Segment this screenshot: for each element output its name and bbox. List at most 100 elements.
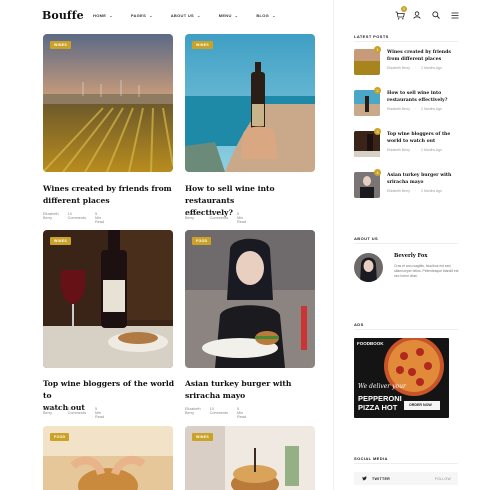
post-image[interactable]: WINES xyxy=(185,426,315,490)
latest-post-title-line: Top wine bloggers of the xyxy=(387,132,451,137)
post-time: 2 Months Ago xyxy=(421,189,442,193)
nav-blog[interactable]: BLOG ⌄ xyxy=(256,13,275,18)
latest-post-meta: Elizabeth Berry · 2 Months Ago xyxy=(387,66,447,70)
user-icon xyxy=(413,11,421,19)
site-logo[interactable]: Bouffe xyxy=(42,9,84,22)
post-title[interactable]: Wines created by friends from different p… xyxy=(43,183,178,207)
latest-post-title[interactable]: Wines created by friends from different p… xyxy=(387,49,459,63)
ad-banner[interactable]: FOODBOOK We deliver your PEPPERONI PIZZA… xyxy=(354,338,449,418)
chevron-down-icon: ⌄ xyxy=(149,13,153,18)
nav-home-label: HOME xyxy=(93,13,107,18)
ad-cta-button[interactable]: ORDER NOW xyxy=(409,403,432,407)
post-author[interactable]: Elizabeth Berry xyxy=(387,107,410,111)
twitter-icon xyxy=(362,476,367,481)
post-title-line: sriracha mayo xyxy=(185,391,246,400)
divider xyxy=(354,41,458,42)
post-author[interactable]: Elizabeth Berry xyxy=(387,148,410,152)
ad-line3: PIZZA HOT xyxy=(358,403,398,412)
about-name: Beverly Fox xyxy=(394,253,428,259)
ad-brand: FOODBOOK xyxy=(357,341,384,346)
meta-separator: · xyxy=(415,66,417,70)
category-tag[interactable]: WINES xyxy=(50,41,71,49)
cart-count-badge: 0 xyxy=(401,6,407,12)
twitter-label: TWITTER xyxy=(372,476,391,481)
nav-about-label: ABOUT US xyxy=(170,13,195,18)
post-comments[interactable]: 10 Comments xyxy=(68,407,86,419)
chevron-down-icon: ⌄ xyxy=(272,13,276,18)
category-tag[interactable]: WINES xyxy=(192,433,213,441)
post-time: 2 Months Ago xyxy=(421,107,442,111)
latest-post-item[interactable]: 2 How to sell wine into restaurants effec… xyxy=(354,87,460,118)
post-meta: Elizabeth Berry 10 Comments 5 Min Read xyxy=(185,212,255,224)
nav-pages-label: PAGES xyxy=(130,13,147,18)
latest-post-item[interactable]: 3 Top wine bloggers of the world to watch… xyxy=(354,128,460,159)
post-read-time: 5 Min Read xyxy=(94,212,105,224)
latest-post-item[interactable]: 1 Wines created by friends from different… xyxy=(354,46,460,77)
meta-separator: · xyxy=(415,107,417,111)
nav-menu[interactable]: MENU ⌄ xyxy=(219,13,239,18)
post-author[interactable]: Elizabeth Berry xyxy=(43,407,59,419)
post-comments[interactable]: 10 Comments xyxy=(68,212,86,224)
post-number-badge: 1 xyxy=(374,46,381,53)
nav-home[interactable]: HOME ⌄ xyxy=(93,13,113,18)
post-author[interactable]: Elizabeth Berry xyxy=(185,407,201,419)
chevron-down-icon: ⌄ xyxy=(109,13,113,18)
post-title-line: different places xyxy=(43,196,110,205)
nav-blog-label: BLOG xyxy=(256,13,270,18)
post-author[interactable]: Elizabeth Berry xyxy=(387,66,410,70)
category-tag[interactable]: FOOD xyxy=(50,433,70,441)
post-title[interactable]: Asian turkey burger with sriracha mayo xyxy=(185,378,320,402)
post-title-line: Asian turkey burger with xyxy=(185,379,292,388)
latest-post-item[interactable]: 4 Asian turkey burger with sriracha mayo … xyxy=(354,169,460,200)
post-image[interactable]: FOOD xyxy=(43,426,173,490)
post-title-line: How to sell wine into restaurants xyxy=(185,184,275,205)
latest-post-title[interactable]: Asian turkey burger with sriracha mayo xyxy=(387,172,459,186)
post-time: 2 Months Ago xyxy=(421,148,442,152)
post-image[interactable]: WINES xyxy=(185,34,315,172)
nav-about-us[interactable]: ABOUT US ⌄ xyxy=(171,13,201,18)
post-comments[interactable]: 10 Comments xyxy=(210,407,228,419)
account-button[interactable] xyxy=(411,9,423,21)
latest-post-title-line: How to sell wine into xyxy=(387,91,442,96)
category-tag[interactable]: WINES xyxy=(50,237,71,245)
category-tag[interactable]: FOOD xyxy=(192,237,212,245)
post-author[interactable]: Elizabeth Berry xyxy=(185,212,201,224)
follow-button[interactable]: FOLLOW xyxy=(435,477,451,481)
latest-posts-heading: LATEST POSTS xyxy=(354,34,389,39)
post-image[interactable]: FOOD xyxy=(185,230,315,368)
latest-post-title[interactable]: Top wine bloggers of the world to watch o… xyxy=(387,131,459,145)
chevron-down-icon: ⌄ xyxy=(234,13,239,18)
ad-line2: PEPPERONI xyxy=(358,394,402,403)
post-number-badge: 2 xyxy=(374,87,381,94)
divider xyxy=(354,243,458,244)
post-image[interactable]: WINES xyxy=(43,34,173,172)
search-button[interactable] xyxy=(430,9,442,21)
column-divider xyxy=(333,0,334,490)
ad-line1: We deliver your xyxy=(358,383,406,390)
post-read-time: 5 Min Read xyxy=(236,212,247,224)
twitter-follow-row[interactable]: TWITTER FOLLOW xyxy=(354,472,458,485)
site-header: Bouffe HOME ⌄ PAGES ⌄ ABOUT US ⌄ MENU ⌄ BLOG… xyxy=(0,0,500,32)
post-read-time: 5 Min Read xyxy=(236,407,247,419)
menu-toggle-button[interactable] xyxy=(449,9,461,21)
latest-post-title-line: from different places xyxy=(387,57,442,62)
about-text: Cras et arcu sagittis, faucibus est sed,… xyxy=(394,264,459,279)
cart-button[interactable]: 0 xyxy=(394,6,407,21)
latest-post-title[interactable]: How to sell wine into restaurants effecti… xyxy=(387,90,459,104)
post-meta: Elizabeth Berry 10 Comments 5 Min Read xyxy=(43,407,113,419)
post-title-line: Top wine bloggers of the world to xyxy=(43,379,175,400)
post-author[interactable]: Elizabeth Berry xyxy=(387,189,410,193)
avatar xyxy=(354,253,383,282)
post-image[interactable]: WINES xyxy=(43,230,173,368)
post-meta: Elizabeth Berry 10 Comments 5 Min Read xyxy=(43,212,113,224)
post-author[interactable]: Elizabeth Berry xyxy=(43,212,59,224)
latest-post-title-line: world to watch out xyxy=(387,139,436,144)
search-icon xyxy=(432,11,440,19)
latest-post-title-line: Asian turkey burger with xyxy=(387,173,452,178)
post-read-time: 5 Min Read xyxy=(94,407,105,419)
post-comments[interactable]: 10 Comments xyxy=(210,212,228,224)
meta-separator: · xyxy=(415,148,417,152)
latest-post-meta: Elizabeth Berry · 2 Months Ago xyxy=(387,107,447,111)
nav-pages[interactable]: PAGES ⌄ xyxy=(131,13,153,18)
category-tag[interactable]: WINES xyxy=(192,41,213,49)
